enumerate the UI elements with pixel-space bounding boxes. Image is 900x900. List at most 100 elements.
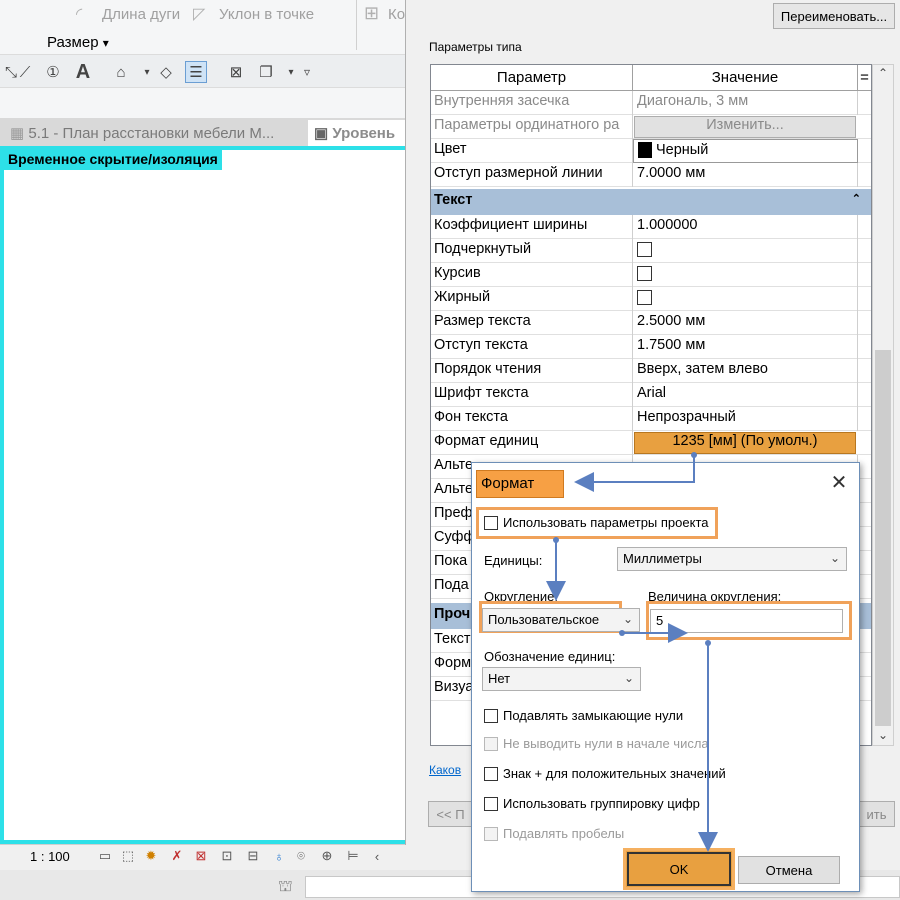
- detail-level-icon[interactable]: ▭: [96, 848, 114, 864]
- ribbon-separator: [356, 0, 357, 50]
- units-format-button[interactable]: 1235 [мм] (По умолч.): [634, 432, 856, 454]
- sun-path-icon[interactable]: ✹: [142, 848, 160, 864]
- param-value[interactable]: Черный: [633, 139, 858, 163]
- param-row-bold[interactable]: Жирный: [431, 287, 871, 311]
- unit-symbol-select[interactable]: Нет ⌄: [482, 667, 641, 691]
- param-name: Курсив: [431, 263, 633, 287]
- column-header-equals[interactable]: =: [858, 65, 871, 91]
- param-row-text-background[interactable]: Фон текста Непрозрачный: [431, 407, 871, 431]
- underline-checkbox[interactable]: [637, 241, 652, 257]
- scrollbar-thumb[interactable]: [875, 350, 891, 726]
- coordinate-button[interactable]: Ко: [388, 6, 405, 23]
- param-name: Размер текста: [431, 311, 633, 335]
- param-row-ordinate[interactable]: Параметры ординатного ра Изменить...: [431, 115, 871, 139]
- param-value: Диагональ, 3 мм: [633, 91, 858, 115]
- chevron-left-icon[interactable]: ‹: [368, 848, 386, 864]
- ok-button[interactable]: OK: [623, 848, 735, 890]
- preview-link[interactable]: Кaков: [429, 763, 461, 777]
- slope-at-point-button[interactable]: Уклон в точке: [219, 6, 314, 23]
- rename-button[interactable]: Переименовать...: [773, 3, 895, 29]
- param-row-text-offset[interactable]: Отступ текста 1.7500 мм: [431, 335, 871, 359]
- param-name: Коэффициент ширины: [431, 215, 633, 239]
- param-name: Жирный: [431, 287, 633, 311]
- param-row-text-font[interactable]: Шрифт текста Arial: [431, 383, 871, 407]
- close-icon[interactable]: ✕: [828, 472, 850, 494]
- param-value[interactable]: Непрозрачный: [633, 407, 858, 431]
- cancel-button[interactable]: Отмена: [738, 856, 840, 884]
- dimension-panel-label[interactable]: Размер ▾: [47, 34, 109, 51]
- apply-button[interactable]: ить: [858, 801, 895, 827]
- scroll-down-icon[interactable]: ⌄: [878, 728, 888, 742]
- text-icon[interactable]: A: [72, 61, 94, 83]
- param-row-text-size[interactable]: Размер текста 2.5000 мм: [431, 311, 871, 335]
- param-value[interactable]: Вверх, затем влево: [633, 359, 858, 383]
- reveal-constraints-icon[interactable]: ⊨: [344, 848, 362, 864]
- checkbox-box: [484, 796, 498, 811]
- slope-icon: ◸: [193, 6, 206, 23]
- tab-level[interactable]: ▣ Уровень: [308, 120, 405, 146]
- param-value[interactable]: 2.5000 мм: [633, 311, 858, 335]
- param-value[interactable]: 1.7500 мм: [633, 335, 858, 359]
- rounding-increment-input[interactable]: 5: [650, 609, 843, 633]
- scale-indicator[interactable]: 1 : 100: [30, 849, 70, 864]
- edit-button[interactable]: Изменить...: [634, 116, 856, 138]
- thin-lines-icon[interactable]: ☰: [185, 61, 207, 83]
- collapse-icon[interactable]: ⌃: [852, 192, 861, 205]
- tab-label: Уровень: [332, 125, 396, 142]
- param-row-underline[interactable]: Подчеркнутый: [431, 239, 871, 263]
- crop-region-icon[interactable]: ⊡: [218, 848, 236, 864]
- param-name: Порядок чтения: [431, 359, 633, 383]
- arc-length-button[interactable]: Длина дуги: [102, 6, 180, 23]
- param-value: [633, 263, 858, 287]
- drawing-canvas[interactable]: [0, 146, 405, 844]
- param-name: Внутренняя засечка: [431, 91, 633, 115]
- column-header-parameter[interactable]: Параметр: [431, 65, 633, 91]
- group-header-text[interactable]: Текст ⌃: [431, 189, 871, 215]
- param-row-dim-line-offset[interactable]: Отступ размерной линии 7.0000 мм: [431, 163, 871, 187]
- param-value[interactable]: 1.000000: [633, 215, 858, 239]
- param-name: Формат единиц: [431, 431, 633, 455]
- rounding-select[interactable]: Пользовательское ⌄: [482, 608, 640, 632]
- plus-sign-checkbox[interactable]: Знак + для положительных значений: [484, 766, 726, 781]
- switch-windows-icon[interactable]: ❐: [255, 61, 277, 83]
- chevron-down-icon: ⌄: [623, 671, 634, 685]
- type-parameters-label: Параметры типа: [429, 40, 522, 54]
- scroll-up-icon[interactable]: ⌃: [878, 66, 888, 80]
- close-hidden-icon[interactable]: ⊠: [225, 61, 247, 83]
- param-row-color[interactable]: Цвет Черный: [431, 139, 871, 163]
- suppress-leading-zeros-checkbox[interactable]: Не выводить нули в начале числа: [484, 736, 709, 751]
- param-value[interactable]: Arial: [633, 383, 858, 407]
- 3d-view-icon[interactable]: ⌂: [110, 61, 132, 83]
- preview-button[interactable]: << П: [428, 801, 473, 827]
- suppress-spaces-checkbox[interactable]: Подавлять пробелы: [484, 826, 624, 841]
- param-name: Фон текста: [431, 407, 633, 431]
- param-row-read-convention[interactable]: Порядок чтения Вверх, затем влево: [431, 359, 871, 383]
- suppress-trailing-zeros-checkbox[interactable]: Подавлять замыкающие нули: [484, 708, 683, 723]
- tab-furniture-plan[interactable]: ▦ 5.1 - План расстановки мебели М...: [4, 120, 306, 146]
- use-project-settings-checkbox[interactable]: Использовать параметры проекта: [484, 515, 708, 530]
- visual-style-icon[interactable]: ⬚: [119, 848, 137, 864]
- lock-3d-icon[interactable]: ⊟: [244, 848, 262, 864]
- param-row-italic[interactable]: Курсив: [431, 263, 871, 287]
- customize-icon[interactable]: ▿: [296, 61, 318, 83]
- units-select[interactable]: Миллиметры ⌄: [617, 547, 847, 571]
- param-row-units-format[interactable]: Формат единиц 1235 [мм] (По умолч.): [431, 431, 871, 455]
- column-header-value[interactable]: Значение: [633, 65, 858, 91]
- crop-view-icon[interactable]: ⊠: [192, 848, 210, 864]
- param-row-width-factor[interactable]: Коэффициент ширины 1.000000: [431, 215, 871, 239]
- reveal-hidden-icon[interactable]: ⌾: [292, 848, 310, 864]
- param-value[interactable]: 7.0000 мм: [633, 163, 858, 187]
- digit-grouping-checkbox[interactable]: Использовать группировку цифр: [484, 796, 700, 811]
- arc-length-icon: ◜: [76, 6, 83, 23]
- bold-checkbox[interactable]: [637, 289, 652, 305]
- rounding-increment-value: 5: [656, 613, 664, 628]
- section-icon[interactable]: ◇: [155, 61, 177, 83]
- italic-checkbox[interactable]: [637, 265, 652, 281]
- worksets-icon[interactable]: ⛫: [278, 877, 293, 897]
- tag-icon[interactable]: ①: [42, 61, 64, 83]
- temp-hide-icon[interactable]: ♁: [270, 848, 288, 864]
- shadows-icon[interactable]: ✗: [168, 848, 186, 864]
- measure-icon[interactable]: ⟋: [14, 61, 36, 83]
- worksharing-icon[interactable]: ⊕: [318, 848, 336, 864]
- param-row-inner-tick[interactable]: Внутренняя засечка Диагональ, 3 мм: [431, 91, 871, 115]
